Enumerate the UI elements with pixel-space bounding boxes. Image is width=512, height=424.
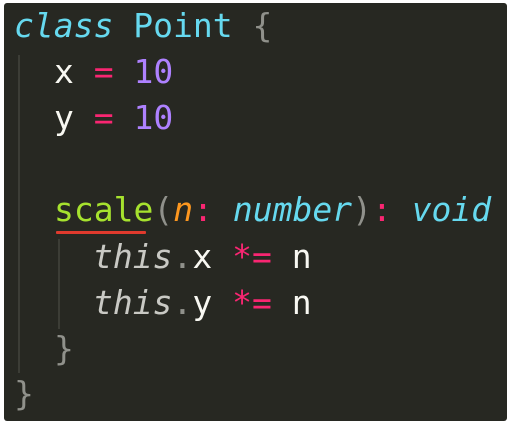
number-literal: 10	[133, 98, 174, 137]
multiply-assign-operator: *=	[232, 283, 272, 322]
indent-guide-outer	[18, 55, 20, 373]
close-brace: }	[54, 329, 74, 368]
member-x: x	[192, 237, 213, 276]
rhs-n: n	[291, 237, 312, 276]
param-name: n	[173, 190, 194, 229]
number-literal: 10	[133, 52, 174, 91]
code-line-1: class Point {	[14, 3, 272, 49]
this-keyword: this	[93, 237, 173, 276]
code-editor[interactable]: class Point { x = 10 y = 10 scale(n: num…	[4, 3, 507, 421]
open-brace: {	[252, 6, 273, 45]
type-colon: :	[193, 190, 213, 229]
member-dot: .	[172, 237, 193, 276]
method-name[interactable]: scale	[54, 190, 153, 229]
rhs-n: n	[291, 283, 312, 322]
field-x: x	[54, 52, 74, 91]
assign-operator: =	[93, 98, 114, 137]
param-type: number	[232, 190, 353, 229]
field-y: y	[54, 98, 74, 137]
code-line-8: }	[54, 326, 74, 372]
code-line-3: y = 10	[54, 95, 173, 141]
code-line-9: }	[14, 371, 34, 417]
class-keyword: class	[14, 6, 114, 45]
close-paren: )	[352, 190, 372, 229]
multiply-assign-operator: *=	[232, 237, 272, 276]
assign-operator: =	[93, 52, 114, 91]
indent-guide-inner	[58, 239, 60, 329]
member-y: y	[192, 283, 213, 322]
this-keyword: this	[93, 283, 173, 322]
code-line-7: this.y *= n	[93, 280, 312, 326]
code-line-2: x = 10	[54, 49, 173, 95]
code-line-5: scale(n: number): void {	[54, 187, 507, 233]
member-dot: .	[172, 283, 193, 322]
class-name: Point	[133, 6, 233, 45]
close-brace: }	[14, 374, 34, 413]
return-type: void	[411, 190, 492, 229]
open-paren: (	[153, 190, 174, 229]
return-colon: :	[371, 190, 392, 229]
code-line-6: this.x *= n	[93, 234, 312, 280]
